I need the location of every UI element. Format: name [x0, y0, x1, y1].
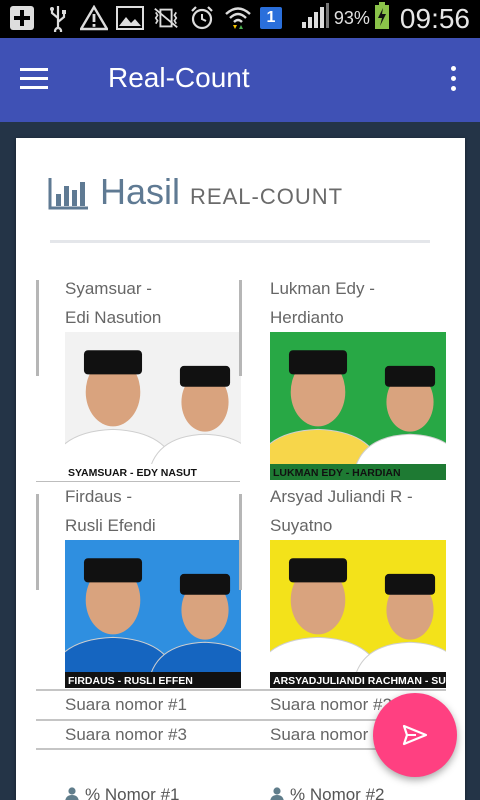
candidate-4[interactable]: Arsyad Juliandi R - Suyatno ARSYADJULIAN…	[239, 482, 446, 688]
candidate-portrait: SYAMSUAR - EDY NASUT	[65, 350, 241, 480]
battery-percent: 93%	[333, 8, 370, 28]
percent-text: % Nomor #1	[85, 785, 180, 800]
signal-icon	[300, 2, 330, 35]
candidate-divider	[239, 280, 242, 376]
send-button[interactable]	[373, 693, 457, 777]
photo-caption: LUKMAN EDY - HARDIAN	[273, 467, 401, 479]
candidate-photo: LUKMAN EDY - HARDIAN	[270, 332, 446, 480]
candidate-name: Arsyad Juliandi R -	[270, 487, 413, 506]
candidate-portrait: ARSYADJULIANDI RACHMAN - SUYA	[270, 558, 446, 688]
image-icon	[116, 4, 144, 32]
candidate-1[interactable]: Syamsuar - Edi Nasution SYAMSUAR - EDY N…	[36, 274, 241, 480]
candidate-name: Syamsuar -	[65, 279, 152, 298]
header-divider	[50, 240, 430, 243]
candidate-photo: FIRDAUS - RUSLI EFFEN	[65, 540, 241, 688]
vote-label-2: Suara nomor #2	[270, 695, 392, 714]
app-title: Real-Count	[108, 62, 250, 93]
usb-icon	[44, 4, 72, 32]
candidate-name: Herdianto	[270, 308, 344, 327]
candidate-photo: SYAMSUAR - EDY NASUT	[65, 332, 241, 480]
percent-label-2: % Nomor #2	[270, 785, 384, 800]
candidate-divider	[239, 494, 242, 590]
candidate-2[interactable]: Lukman Edy - Herdianto LUKMAN EDY - HARD…	[239, 274, 446, 480]
vibrate-off-icon	[152, 4, 180, 32]
user-icon	[270, 787, 284, 800]
notification-badge: 1	[260, 7, 282, 29]
status-bar: 1 93% 09:56	[0, 0, 480, 38]
candidate-3[interactable]: Firdaus - Rusli Efendi FIRDAUS - RUSLI E…	[36, 482, 241, 688]
photo-caption: SYAMSUAR - EDY NASUT	[68, 467, 198, 479]
vote-label-3: Suara nomor #3	[65, 725, 187, 744]
add-notification-icon	[8, 4, 36, 32]
vote-label-1: Suara nomor #1	[65, 695, 187, 714]
candidate-name: Suyatno	[270, 516, 333, 535]
send-icon	[402, 724, 428, 746]
card-subtitle: REAL-COUNT	[190, 184, 344, 209]
card-title: Hasil	[100, 171, 181, 212]
warning-icon	[80, 4, 108, 32]
candidate-name: Firdaus -	[65, 487, 133, 506]
percent-text: % Nomor #2	[290, 785, 385, 800]
bar-chart-icon	[48, 178, 88, 210]
alarm-icon	[188, 4, 216, 32]
photo-caption: FIRDAUS - RUSLI EFFEN	[68, 675, 193, 687]
candidate-divider	[36, 280, 39, 376]
candidate-portrait: FIRDAUS - RUSLI EFFEN	[65, 558, 241, 688]
candidate-portrait: LUKMAN EDY - HARDIAN	[270, 350, 446, 480]
user-icon	[65, 787, 79, 800]
candidate-photo: ARSYADJULIANDI RACHMAN - SUYA	[270, 540, 446, 688]
percent-label-1: % Nomor #1	[65, 785, 179, 800]
battery-charging-icon	[374, 2, 390, 35]
menu-icon[interactable]	[20, 62, 60, 98]
candidate-name: Lukman Edy -	[270, 279, 375, 298]
app-bar: Real-Count	[0, 38, 480, 122]
more-options-icon[interactable]	[448, 66, 458, 96]
photo-caption: ARSYADJULIANDI RACHMAN - SUYA	[273, 675, 446, 687]
candidate-name: Edi Nasution	[65, 308, 162, 327]
card-header: Hasil REAL-COUNT	[48, 174, 343, 210]
candidate-name: Rusli Efendi	[65, 516, 156, 535]
row-divider	[36, 689, 446, 691]
candidate-divider	[36, 494, 39, 590]
clock-time: 09:56	[399, 2, 470, 34]
wifi-icon	[224, 4, 252, 32]
